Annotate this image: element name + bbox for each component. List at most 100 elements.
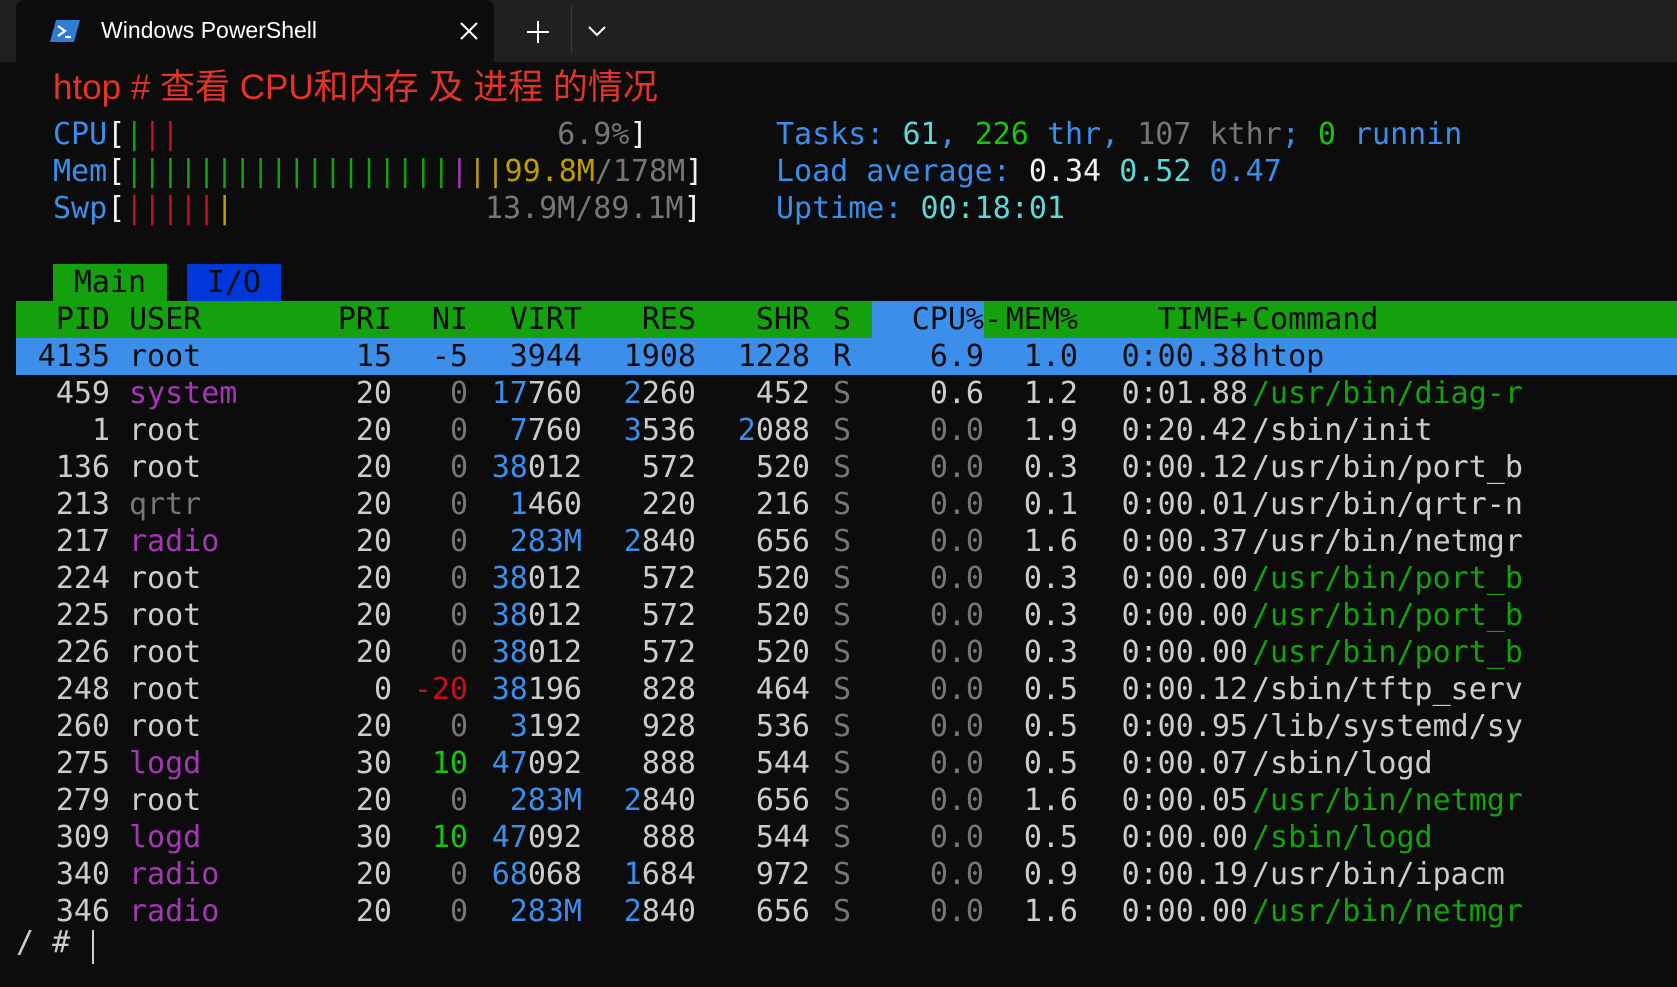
cell-ni: 0 (449, 635, 468, 670)
cell-shr: 520 (755, 450, 810, 485)
cell-mem: 1.6 (1023, 894, 1078, 929)
cell-cpu: 0.0 (929, 709, 984, 744)
cell-pid: 136 (55, 450, 110, 485)
cell-shr: 464 (755, 672, 810, 707)
table-row[interactable]: 260 root 20 0 3192 928 536 S 0.0 0.5 0:00.95/lib/s… (16, 708, 1677, 745)
text-cursor (92, 930, 94, 964)
cell-cpu: 6.9 (929, 339, 984, 374)
col-mem[interactable]: MEM% (984, 301, 1078, 338)
mem-bar-yellow: || (468, 154, 505, 189)
table-row[interactable]: 346 radio 20 0 283M 2840 656 S 0.0 1.6 0:00.00/usr… (16, 893, 1677, 930)
table-row[interactable]: 213 qrtr 20 0 1460 220 216 S 0.0 0.1 0:00.01/usr/b… (16, 486, 1677, 523)
cell-cpu: 0.0 (929, 635, 984, 670)
close-icon[interactable] (456, 18, 482, 44)
cell-command: /usr/bin/port_b (1252, 450, 1523, 485)
cell-mem: 0.5 (1023, 672, 1078, 707)
col-command[interactable]: Command (1252, 301, 1378, 338)
cell-res: 828 (641, 672, 696, 707)
col-res[interactable]: RES (582, 301, 696, 338)
table-row[interactable]: 225 root 20 0 38012 572 520 S 0.0 0.3 0:00.00/usr/… (16, 597, 1677, 634)
load-5: 0.52 (1119, 154, 1192, 189)
terminal[interactable]: htop # 查看 CPU和内存 及 进程 的情况 CPU[||| 6.9%] M… (0, 62, 1677, 987)
tab-io[interactable]: I/O (187, 264, 281, 301)
cell-pid: 309 (55, 820, 110, 855)
col-virt[interactable]: VIRT (468, 301, 582, 338)
cell-time: 0:00.00 (1121, 820, 1248, 855)
cell-pid: 279 (55, 783, 110, 818)
mem-meter: Mem[|||||||||||||||||||||99.8M/178M] (53, 153, 703, 190)
cell-mem: 0.5 (1023, 746, 1078, 781)
command-line: htop # 查看 CPU和内存 及 进程 的情况 (53, 68, 658, 107)
table-row[interactable]: 275 logd 30 10 47092 888 544 S 0.0 0.5 0:00.07/sbi… (16, 745, 1677, 782)
col-pid[interactable]: PID (16, 301, 110, 338)
cell-shr: 520 (755, 561, 810, 596)
tab-powershell[interactable]: Windows PowerShell (16, 0, 494, 62)
tasks-count: 61 (902, 117, 939, 152)
cpu-bar-red: || (143, 117, 180, 152)
table-row[interactable]: 340 radio 20 0 68068 1684 972 S 0.0 0.9 0:00.19/us… (16, 856, 1677, 893)
cell-mem: 0.5 (1023, 820, 1078, 855)
kthr-count: 107 (1137, 117, 1192, 152)
col-shr[interactable]: SHR (696, 301, 810, 338)
cell-shr: 536 (755, 709, 810, 744)
cell-ni: 0 (449, 598, 468, 633)
cell-ni: 0 (449, 783, 468, 818)
cell-time: 0:00.00 (1121, 894, 1248, 929)
cell-pri: 20 (355, 709, 392, 744)
cell-cpu: 0.0 (929, 598, 984, 633)
cell-command: /sbin/logd (1252, 820, 1433, 855)
cell-res: 2840 (623, 524, 696, 559)
cell-virt: 38012 (491, 598, 582, 633)
cell-cpu: 0.0 (929, 672, 984, 707)
load-label: Load average: (776, 154, 1011, 189)
cell-shr: 216 (755, 487, 810, 522)
cell-time: 0:00.00 (1121, 561, 1248, 596)
cell-res: 2840 (623, 783, 696, 818)
cell-command: /usr/bin/qrtr-n (1252, 487, 1523, 522)
cell-user: root (129, 598, 202, 633)
swp-meter: Swp[|||||| 13.9M/89.1M] (53, 190, 702, 227)
cell-mem: 0.1 (1023, 487, 1078, 522)
cell-user: radio (129, 524, 220, 559)
mem-bar-green: |||||||||||||||||| (125, 154, 451, 189)
col-pri[interactable]: PRI (296, 301, 392, 338)
table-row[interactable]: 4135 root 15 -5 3944 1908 1228 R 6.9 1.0 0:00.38 ht… (16, 338, 1677, 375)
cell-res: 888 (641, 746, 696, 781)
cell-virt: 68068 (491, 857, 582, 892)
plus-icon[interactable] (522, 16, 554, 48)
table-row[interactable]: 226 root 20 0 38012 572 520 S 0.0 0.3 0:00.00/usr/… (16, 634, 1677, 671)
cell-pid: 1 (91, 413, 110, 448)
table-row[interactable]: 136 root 20 0 38012 572 520 S 0.0 0.3 0:00.12/usr/… (16, 449, 1677, 486)
table-row[interactable]: 248 root 0 -20 38196 828 464 S 0.0 0.5 0:00.12/sbi… (16, 671, 1677, 708)
table-row[interactable]: 309 logd 30 10 47092 888 544 S 0.0 0.5 0:00.00/sbi… (16, 819, 1677, 856)
cell-cpu: 0.0 (929, 894, 984, 929)
kthr-label: kthr (1209, 117, 1282, 152)
col-user[interactable]: USER (129, 301, 201, 338)
cell-command: /sbin/tftp_serv (1252, 672, 1523, 707)
cell-state: S (833, 635, 852, 670)
title-bar: Windows PowerShell (0, 0, 1677, 62)
table-row[interactable]: 279 root 20 0 283M 2840 656 S 0.0 1.6 0:00.05/usr/… (16, 782, 1677, 819)
col-time[interactable]: TIME+ (1078, 301, 1248, 338)
cell-time: 0:00.05 (1121, 783, 1248, 818)
cell-shr: 656 (755, 783, 810, 818)
chevron-down-icon[interactable] (584, 18, 610, 44)
table-row[interactable]: 224 root 20 0 38012 572 520 S 0.0 0.3 0:00.00/usr/… (16, 560, 1677, 597)
table-row[interactable]: 459 system 20 0 17760 2260 452 S 0.6 1.2 0:01.88/u… (16, 375, 1677, 412)
cell-cpu: 0.6 (929, 376, 984, 411)
col-ni[interactable]: NI (392, 301, 468, 338)
cell-pid: 260 (55, 709, 110, 744)
cell-state: R (833, 339, 852, 374)
thr-count: 226 (974, 117, 1029, 152)
swp-bracket-open: [ (107, 191, 126, 226)
tab-main[interactable]: Main (53, 264, 167, 301)
cell-virt: 38012 (491, 450, 582, 485)
cell-state: S (833, 524, 852, 559)
col-state[interactable]: S (833, 301, 851, 338)
table-row[interactable]: 1 root 20 0 7760 3536 2088 S 0.0 1.9 0:20.42/sbin/… (16, 412, 1677, 449)
cell-ni: 0 (449, 450, 468, 485)
col-cpu[interactable]: CPU% (872, 301, 984, 338)
table-row[interactable]: 217 radio 20 0 283M 2840 656 S 0.0 1.6 0:00.37/usr… (16, 523, 1677, 560)
uptime-value: 00:18:01 (920, 191, 1066, 226)
cell-command: /lib/systemd/sy (1252, 709, 1523, 744)
